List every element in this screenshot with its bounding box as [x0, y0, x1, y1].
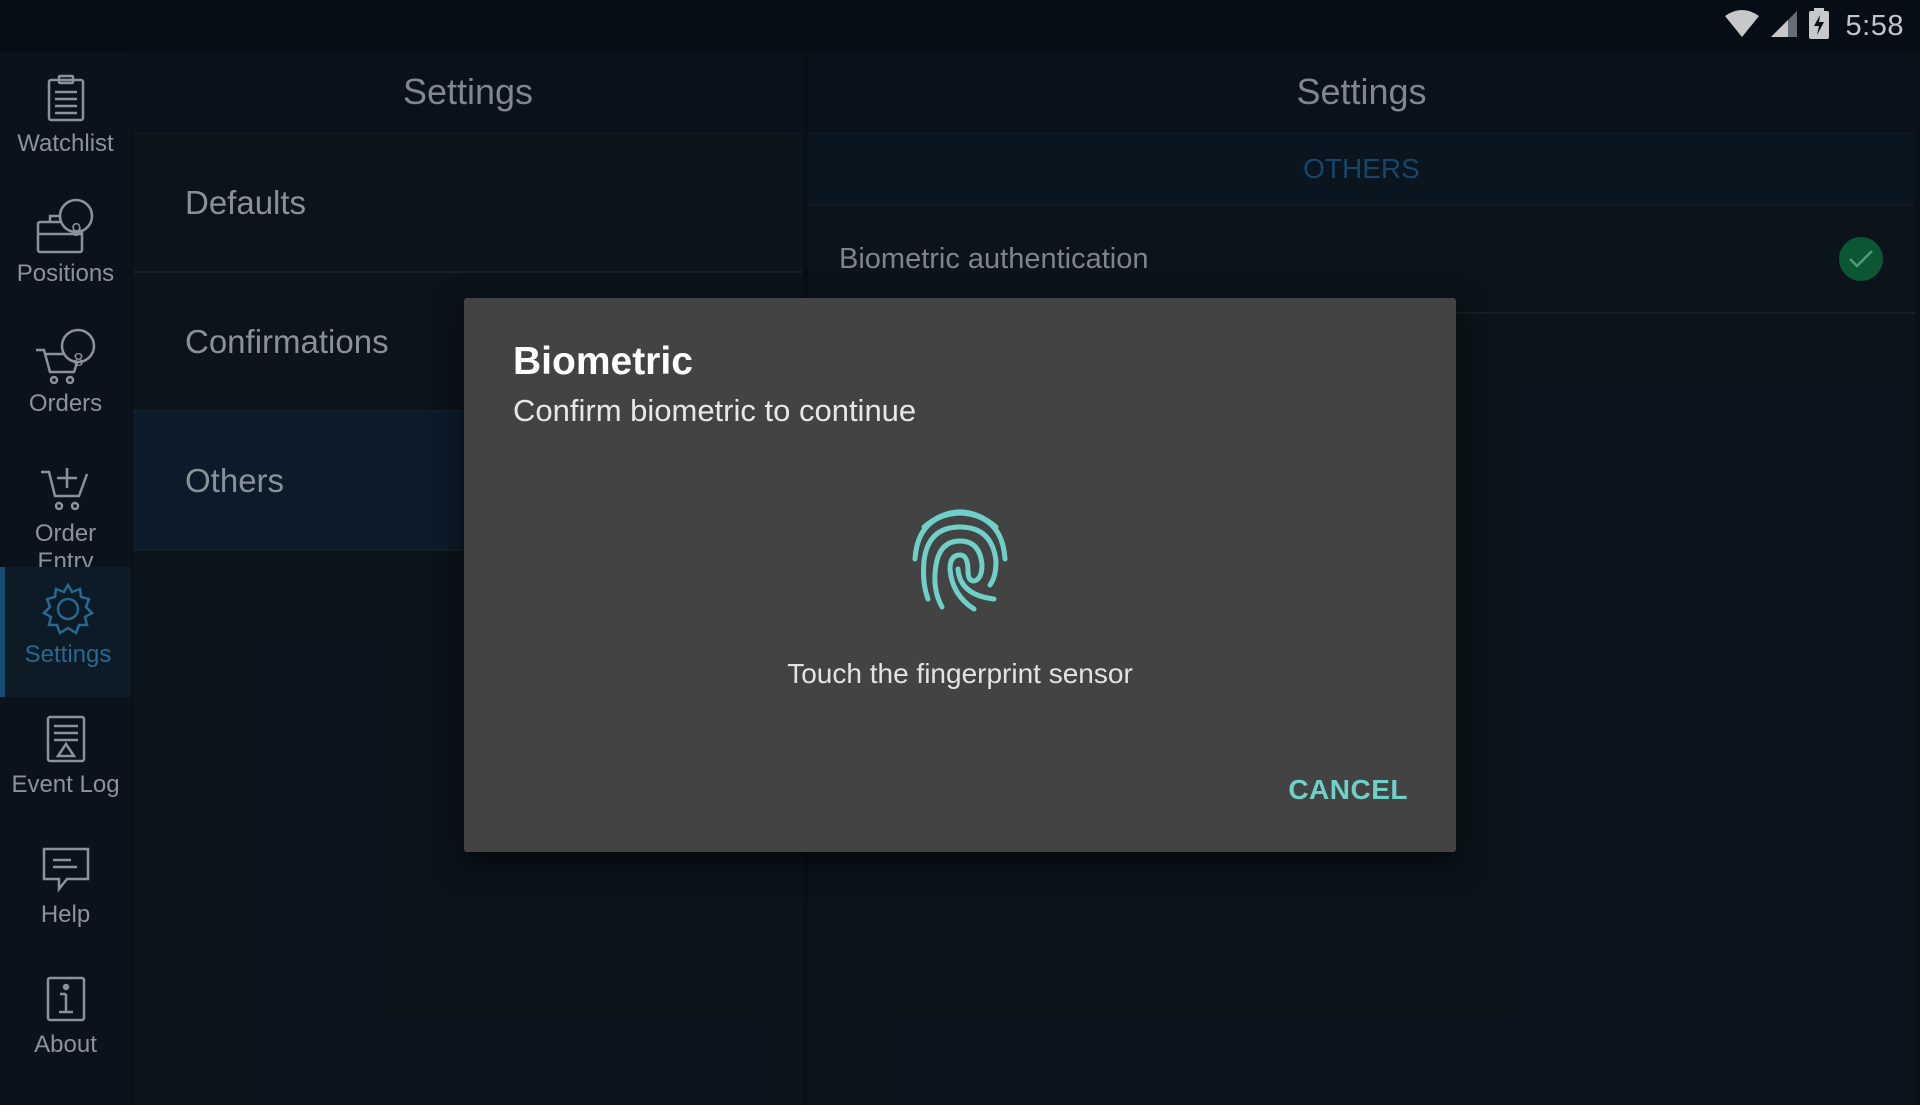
fingerprint-hint: Touch the fingerprint sensor: [787, 658, 1133, 689]
dialog-title: Biometric: [513, 340, 693, 383]
cancel-button[interactable]: CANCEL: [1284, 764, 1412, 816]
dialog-subtitle: Confirm biometric to continue: [513, 393, 917, 428]
biometric-dialog: Biometric Confirm biometric to continue …: [464, 298, 1456, 852]
fingerprint-icon: [910, 503, 1010, 615]
